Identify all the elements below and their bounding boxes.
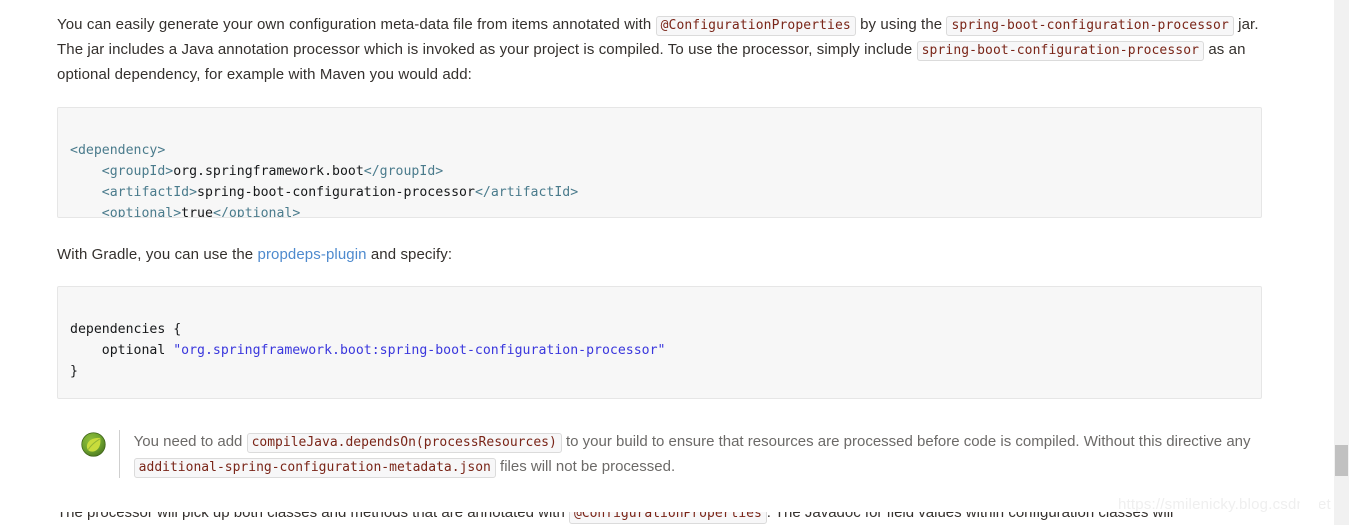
- gradle-line-dependencies-open: dependencies {: [70, 322, 182, 337]
- tip-text-1: You need to add: [133, 433, 247, 450]
- paragraph-intro: You can easily generate your own configu…: [57, 12, 1262, 87]
- paragraph-gradle: With Gradle, you can use the propdeps-pl…: [57, 242, 1262, 267]
- gradle-line-close-brace: }: [70, 364, 78, 379]
- xml-value-artifactid: spring-boot-configuration-processor: [197, 185, 475, 200]
- inline-code-configurationproperties-2: @ConfigurationProperties: [568, 512, 767, 524]
- document-content: You can easily generate your own configu…: [57, 0, 1262, 479]
- xml-tag-artifactid-close: </artifactId>: [474, 185, 579, 200]
- maven-dependency-code-block: <dependency> <groupId>org.springframewor…: [57, 107, 1262, 218]
- inline-code-processor-dep: spring-boot-configuration-processor: [916, 41, 1205, 61]
- tip-icon-cell: [67, 429, 119, 457]
- vertical-scrollbar-track[interactable]: [1334, 0, 1349, 525]
- spring-leaf-icon: [80, 432, 106, 457]
- paragraph-intro-text-1: You can easily generate your own configu…: [57, 16, 656, 33]
- xml-tag-optional-open: <optional>: [101, 206, 182, 218]
- cutoff-text-1: The processor will pick up both classes …: [57, 512, 569, 521]
- xml-tag-dependency-open: <dependency>: [70, 143, 166, 158]
- gradle-line-optional-keyword: optional: [70, 343, 174, 358]
- xml-tag-artifactid-open: <artifactId>: [101, 185, 198, 200]
- xml-value-optional: true: [181, 206, 213, 218]
- paragraph-gradle-text-2: and specify:: [366, 246, 453, 263]
- paragraph-processor-cutoff: The processor will pick up both classes …: [57, 512, 1267, 525]
- document-page: You can easily generate your own configu…: [0, 0, 1334, 525]
- xml-tag-optional-close: </optional>: [212, 206, 301, 218]
- xml-tag-groupid-close: </groupId>: [363, 164, 444, 179]
- inline-code-additional-metadata-json: additional-spring-configuration-metadata…: [133, 458, 496, 478]
- tip-text-3: files will not be processed.: [495, 458, 676, 475]
- xml-tag-groupid-open: <groupId>: [101, 164, 174, 179]
- vertical-scrollbar-thumb[interactable]: [1335, 445, 1348, 476]
- gradle-string-dependency-coordinates: "org.springframework.boot:spring-boot-co…: [173, 343, 666, 358]
- inline-code-compilejava-dependson: compileJava.dependsOn(processResources): [246, 433, 562, 453]
- gradle-dependency-code-block: dependencies { optional "org.springframe…: [57, 286, 1262, 399]
- tip-text: You need to add compileJava.dependsOn(pr…: [120, 429, 1262, 479]
- inline-code-configurationproperties: @ConfigurationProperties: [655, 16, 856, 36]
- tip-text-2: to your build to ensure that resources a…: [561, 433, 1251, 450]
- tip-admonition-box: You need to add compileJava.dependsOn(pr…: [57, 429, 1262, 479]
- paragraph-gradle-text-1: With Gradle, you can use the: [57, 246, 258, 263]
- inline-code-processor-jar: spring-boot-configuration-processor: [946, 16, 1234, 36]
- link-propdeps-plugin[interactable]: propdeps-plugin: [258, 246, 367, 263]
- cutoff-text-2: . The Javadoc for field values within co…: [766, 512, 1174, 521]
- watermark-url: https://smilenicky.blog.csdn.net: [1118, 496, 1331, 513]
- paragraph-intro-text-2: by using the: [855, 16, 947, 33]
- page-right-margin: [1300, 0, 1319, 525]
- xml-value-groupid: org.springframework.boot: [173, 164, 364, 179]
